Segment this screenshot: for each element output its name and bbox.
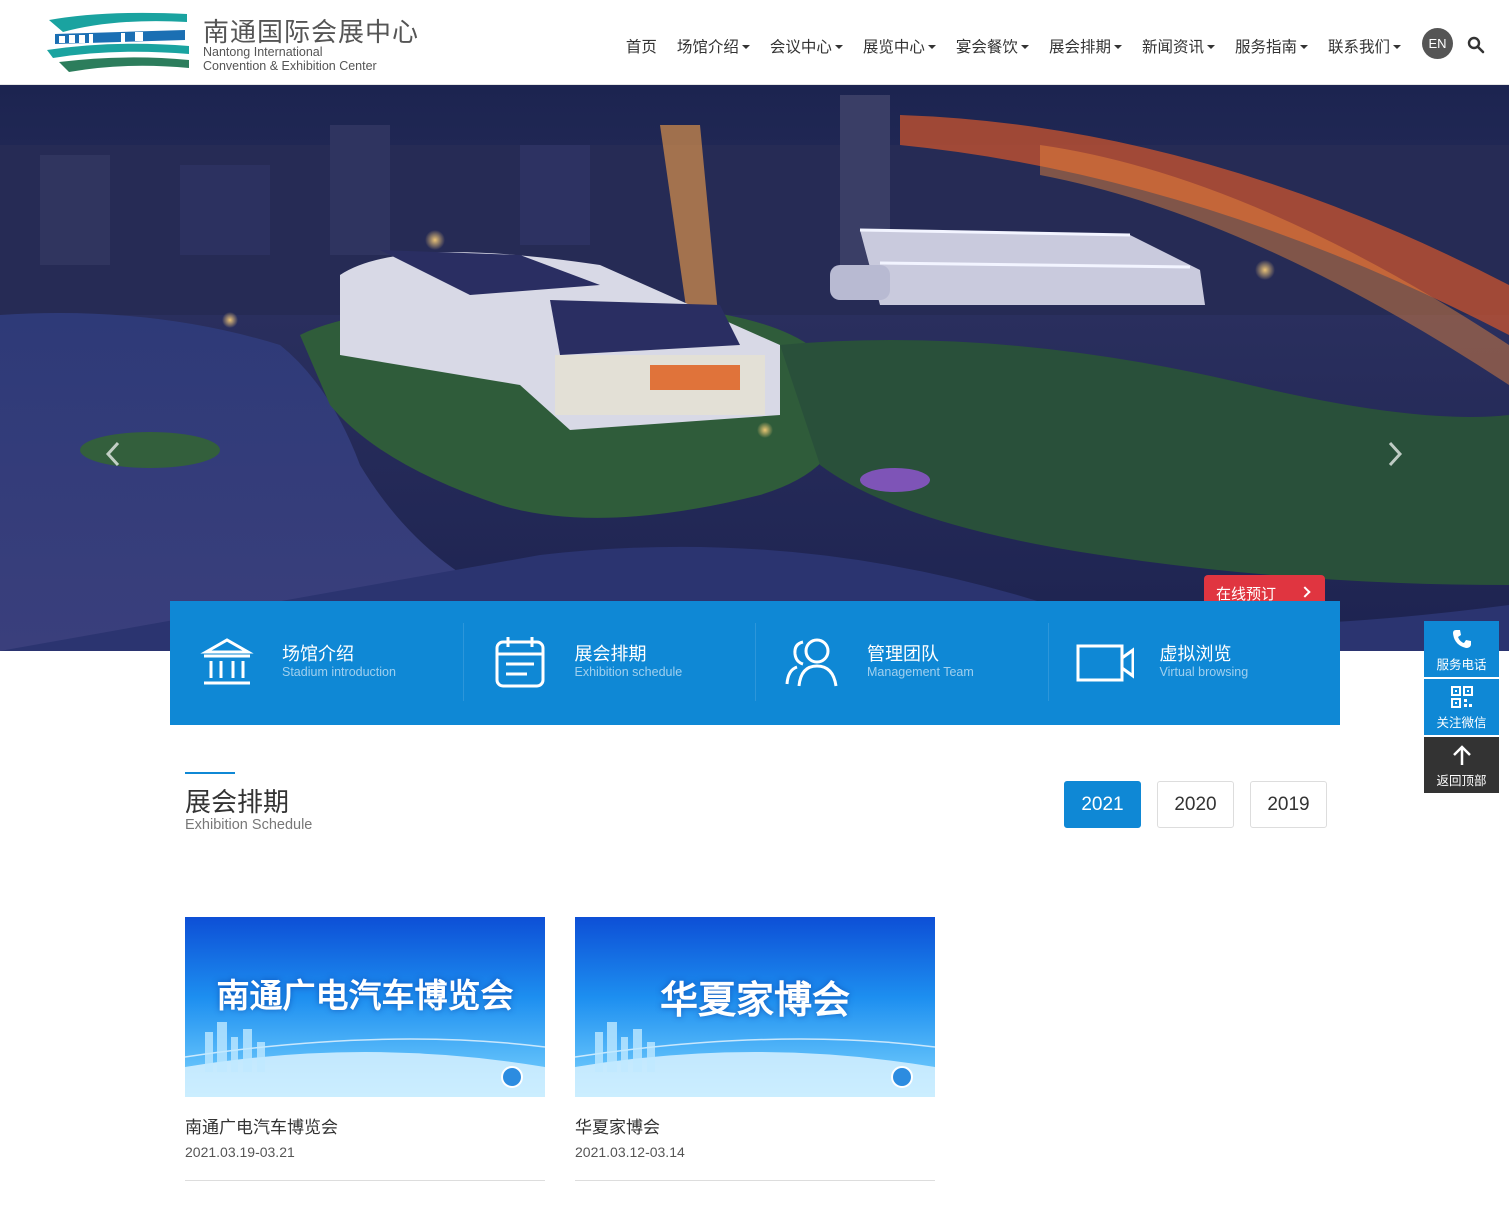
caret-down-icon	[1299, 45, 1308, 49]
section-title: 展会排期	[185, 788, 290, 818]
quick-link-venue[interactable]: 场馆介绍 Stadium introduction	[170, 601, 463, 725]
quick-link-subtitle: Stadium introduction	[282, 665, 396, 679]
section-accent-line	[185, 772, 235, 774]
logo-mark-icon	[47, 12, 189, 72]
quick-link-virtual[interactable]: 虚拟浏览 Virtual browsing	[1047, 601, 1341, 725]
caret-down-icon	[1113, 45, 1122, 49]
quick-links-bar: 场馆介绍 Stadium introduction 展会排期 Exhibitio…	[170, 601, 1340, 725]
search-icon[interactable]	[1467, 36, 1485, 54]
quick-link-schedule[interactable]: 展会排期 Exhibition schedule	[462, 601, 756, 725]
back-to-top-button[interactable]: 返回顶部	[1424, 737, 1499, 793]
exhibition-card[interactable]: 南通广电汽车博览会 南通广电汽车博览会 2021.03.19-03.21	[185, 917, 545, 1181]
qr-code-icon	[1451, 686, 1473, 708]
poster-title: 南通广电汽车博览会	[216, 976, 514, 1015]
caret-down-icon	[741, 45, 750, 49]
exhibition-date: 2021.03.19-03.21	[185, 1144, 295, 1160]
exhibition-name[interactable]: 华夏家博会	[575, 1113, 660, 1138]
nav-item-home[interactable]: 首页	[616, 32, 667, 62]
nav-label: 场馆介绍	[676, 38, 739, 56]
caret-down-icon	[927, 45, 936, 49]
caret-down-icon	[834, 45, 843, 49]
site-logo[interactable]: 南通国际会展中心 Nantong International Conventio…	[45, 8, 418, 78]
nav-label: 联系我们	[1327, 38, 1390, 56]
quick-link-title: 展会排期	[574, 644, 647, 665]
nav-label: 首页	[625, 38, 657, 56]
nav-label: 服务指南	[1234, 38, 1297, 56]
caret-down-icon	[1393, 45, 1401, 49]
exhibition-poster: 华夏家博会	[575, 917, 935, 1097]
nav-item-conference[interactable]: 会议中心	[760, 32, 853, 62]
quick-link-subtitle: Virtual browsing	[1159, 665, 1249, 679]
nav-label: 新闻资讯	[1141, 38, 1204, 56]
carousel-next-icon[interactable]	[1385, 440, 1405, 468]
year-tab-2020[interactable]: 2020	[1157, 781, 1234, 828]
side-label: 服务电话	[1436, 657, 1487, 672]
chevron-right-icon	[1299, 586, 1311, 598]
nav-item-contact[interactable]: 联系我们	[1318, 32, 1411, 62]
exhibition-name[interactable]: 南通广电汽车博览会	[185, 1113, 338, 1138]
nav-label: 展会排期	[1048, 38, 1111, 56]
arrow-up-icon	[1453, 745, 1471, 765]
banner-night-scene-image	[0, 85, 1509, 651]
exhibition-date: 2021.03.12-03.14	[575, 1144, 685, 1160]
quick-link-team[interactable]: 管理团队 Management Team	[755, 601, 1048, 725]
brand-name-cn: 南通国际会展中心	[203, 18, 420, 48]
team-icon	[785, 638, 838, 687]
language-toggle-button[interactable]: EN	[1422, 28, 1453, 59]
quick-link-subtitle: Exhibition schedule	[574, 665, 683, 679]
nav-item-venue[interactable]: 场馆介绍	[667, 32, 760, 62]
service-phone-button[interactable]: 服务电话	[1424, 621, 1499, 677]
nav-item-exhibition[interactable]: 展览中心	[853, 32, 946, 62]
quick-link-subtitle: Management Team	[867, 665, 974, 679]
phone-icon	[1453, 630, 1471, 648]
exhibition-poster: 南通广电汽车博览会	[185, 917, 545, 1097]
nav-item-news[interactable]: 新闻资讯	[1132, 32, 1225, 62]
nav-item-banquet[interactable]: 宴会餐饮	[946, 32, 1039, 62]
site-header: 南通国际会展中心 Nantong International Conventio…	[0, 0, 1509, 85]
section-subtitle: Exhibition Schedule	[185, 817, 313, 833]
building-icon	[200, 638, 254, 685]
nav-item-service[interactable]: 服务指南	[1225, 32, 1318, 62]
year-tab-2021[interactable]: 2021	[1064, 781, 1141, 828]
caret-down-icon	[1206, 45, 1215, 49]
nav-label: 宴会餐饮	[955, 38, 1018, 56]
carousel-prev-icon[interactable]	[103, 440, 123, 468]
quick-link-title: 虚拟浏览	[1159, 644, 1232, 665]
caret-down-icon	[1020, 45, 1029, 49]
quick-link-title: 管理团队	[867, 644, 939, 665]
hero-banner	[0, 85, 1509, 651]
nav-label: 展览中心	[862, 38, 925, 56]
poster-title: 华夏家博会	[659, 977, 850, 1022]
nav-label: 会议中心	[769, 38, 832, 56]
side-label: 关注微信	[1436, 715, 1487, 730]
video-icon	[1076, 644, 1134, 682]
main-nav: 首页 场馆介绍 会议中心 展览中心 宴会餐饮 展会排期 新闻资讯 服务指南 联系…	[616, 32, 1411, 62]
year-tab-2019[interactable]: 2019	[1250, 781, 1327, 828]
side-float-toolbar: 服务电话 关注微信 返回顶部	[1424, 621, 1499, 795]
year-filter: 2021 2020 2019	[1064, 781, 1327, 828]
quick-link-title: 场馆介绍	[282, 644, 354, 665]
nav-item-schedule[interactable]: 展会排期	[1039, 32, 1132, 62]
brand-name-en-line2: Convention & Exhibition Center	[203, 59, 377, 73]
calendar-icon	[495, 637, 544, 688]
side-label: 返回顶部	[1436, 773, 1487, 788]
exhibition-card[interactable]: 华夏家博会 华夏家博会 2021.03.12-03.14	[575, 917, 935, 1181]
follow-wechat-button[interactable]: 关注微信	[1424, 679, 1499, 735]
brand-name-en-line1: Nantong International	[203, 45, 323, 59]
